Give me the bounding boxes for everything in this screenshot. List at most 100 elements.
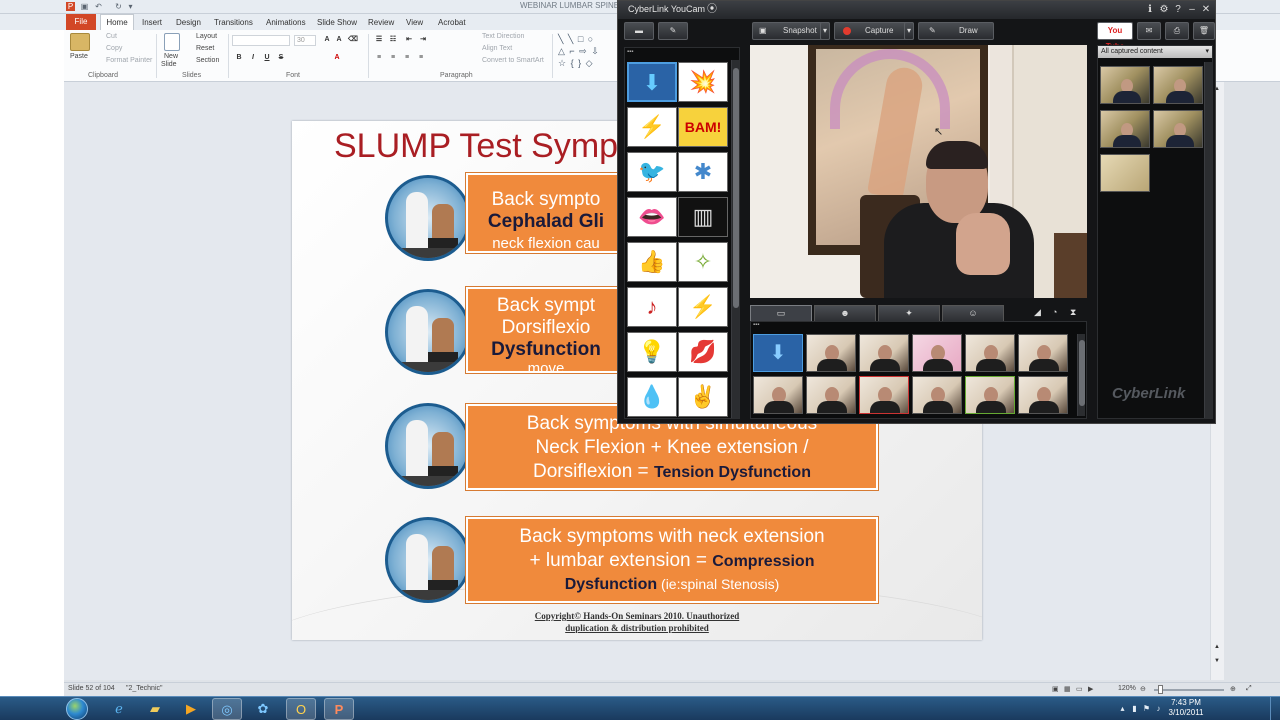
bold-icon[interactable]: B: [234, 53, 244, 63]
font-name-box[interactable]: [232, 35, 290, 46]
align-right-icon[interactable]: ≡: [402, 53, 412, 63]
delete-button[interactable]: 🗑: [1193, 22, 1215, 40]
tab-home[interactable]: Home: [100, 14, 134, 30]
webcam-preview[interactable]: ↖: [750, 45, 1087, 298]
hourglass-icon[interactable]: ⧗: [1070, 307, 1076, 318]
zoom-slider-track[interactable]: [1154, 689, 1224, 691]
font-size-box[interactable]: 30: [294, 35, 316, 46]
gallery-thumbnail[interactable]: [965, 376, 1015, 414]
gallery-thumbnail[interactable]: [912, 334, 962, 372]
slide-sorter-icon[interactable]: ▦: [1064, 685, 1071, 693]
tab-file[interactable]: File: [66, 14, 96, 30]
tab-effects[interactable]: ✦: [878, 305, 940, 321]
captured-thumbnail[interactable]: [1100, 154, 1150, 192]
draw-button[interactable]: ✎ Draw: [918, 22, 994, 40]
shrink-font-icon[interactable]: A: [334, 35, 344, 45]
effect-tile[interactable]: 💋: [678, 332, 728, 372]
new-slide-button-line1[interactable]: New: [164, 53, 178, 60]
capture-dropdown[interactable]: ▾: [904, 22, 914, 40]
effect-tile[interactable]: ⚡: [678, 287, 728, 327]
ie-icon[interactable]: ℯ: [104, 698, 134, 720]
tab-avatars[interactable]: ☻: [814, 305, 876, 321]
system-clock[interactable]: 7:43 PM 3/10/2011: [1166, 698, 1206, 718]
layout-button[interactable]: Layout: [196, 33, 217, 40]
content-filter-dropdown[interactable]: All captured content ▾: [1098, 46, 1212, 58]
reset-button[interactable]: Reset: [196, 45, 214, 52]
show-desktop-button[interactable]: [1270, 697, 1280, 720]
flag-icon[interactable]: ⚑: [1142, 704, 1151, 713]
powerpoint-app-icon[interactable]: P: [66, 2, 75, 11]
snapshot-dropdown[interactable]: ▾: [820, 22, 830, 40]
effect-tile[interactable]: ♪: [627, 287, 677, 327]
settings-icon[interactable]: ⚙: [1158, 4, 1170, 16]
font-color-icon[interactable]: A: [332, 53, 342, 63]
effects-scrollbar[interactable]: [731, 60, 739, 418]
save-icon[interactable]: ▣: [80, 2, 89, 11]
justify-icon[interactable]: ≡: [416, 53, 426, 63]
gallery-thumbnail[interactable]: [1018, 334, 1068, 372]
tab-design[interactable]: Design: [176, 16, 201, 29]
zoom-slider-thumb[interactable]: [1158, 685, 1163, 694]
section-button[interactable]: Section: [196, 57, 219, 64]
minimize-icon[interactable]: –: [1186, 4, 1198, 16]
strikethrough-icon[interactable]: S: [276, 53, 286, 63]
gallery-thumbnail[interactable]: [965, 334, 1015, 372]
effect-tile[interactable]: ✌: [678, 377, 728, 417]
effect-tile[interactable]: ⬇: [627, 62, 677, 102]
effect-tile[interactable]: 💥: [678, 62, 728, 102]
print-button[interactable]: ⎙: [1165, 22, 1189, 40]
effect-tile[interactable]: 💧: [627, 377, 677, 417]
format-painter-button[interactable]: Format Painter: [106, 57, 152, 64]
align-text-button[interactable]: Align Text: [482, 45, 512, 52]
italic-icon[interactable]: I: [248, 53, 258, 63]
increase-indent-icon[interactable]: ⇥: [418, 35, 428, 45]
redo-icon[interactable]: ↻: [114, 2, 123, 11]
captured-scrollbar[interactable]: [1204, 62, 1212, 418]
tab-transitions[interactable]: Transitions: [214, 16, 253, 29]
itunes-icon[interactable]: ◎: [212, 698, 242, 720]
outlook-icon[interactable]: O: [286, 698, 316, 720]
gallery-thumbnail[interactable]: [753, 376, 803, 414]
align-center-icon[interactable]: ≡: [388, 53, 398, 63]
clear-format-icon[interactable]: ⌫: [348, 35, 358, 45]
effect-tile[interactable]: 👍: [627, 242, 677, 282]
gallery-thumbnail[interactable]: [859, 376, 909, 414]
effects-tab-button[interactable]: ▬: [624, 22, 654, 40]
gallery-scrollbar[interactable]: [1077, 334, 1085, 416]
captured-thumbnail[interactable]: [1100, 110, 1150, 148]
captured-thumbnail[interactable]: [1100, 66, 1150, 104]
zoom-level[interactable]: 120%: [1118, 685, 1136, 692]
tab-slide-show[interactable]: Slide Show: [317, 16, 357, 29]
effect-tile[interactable]: 👄: [627, 197, 677, 237]
tools-tab-button[interactable]: ✎: [658, 22, 688, 40]
grow-font-icon[interactable]: A: [322, 35, 332, 45]
gallery-thumbnail[interactable]: [859, 334, 909, 372]
undo-icon[interactable]: ↶: [94, 2, 103, 11]
paste-icon[interactable]: [70, 33, 90, 51]
new-slide-icon[interactable]: [164, 33, 180, 51]
gallery-thumbnail[interactable]: [912, 376, 962, 414]
help-icon[interactable]: ?: [1172, 4, 1184, 16]
zoom-in-icon[interactable]: ⊕: [1230, 685, 1236, 693]
tab-animations[interactable]: Animations: [266, 16, 306, 29]
effect-tile[interactable]: BAM!: [678, 107, 728, 147]
tab-review[interactable]: Review: [368, 16, 394, 29]
app-icon[interactable]: ✿: [248, 698, 278, 720]
bullets-icon[interactable]: ☰: [374, 35, 384, 45]
timer-icon[interactable]: ◔: [1052, 307, 1057, 317]
tray-expand-icon[interactable]: ▴: [1118, 704, 1127, 713]
media-player-icon[interactable]: ▶: [176, 698, 206, 720]
effect-tile[interactable]: 💡: [627, 332, 677, 372]
effect-tile[interactable]: ✧: [678, 242, 728, 282]
start-button[interactable]: [66, 698, 88, 720]
gallery-thumbnail[interactable]: [806, 376, 856, 414]
prev-slide-icon[interactable]: ▲: [1212, 642, 1222, 652]
captured-thumbnail[interactable]: [1153, 110, 1203, 148]
tab-view[interactable]: View: [406, 16, 423, 29]
normal-view-icon[interactable]: ▣: [1052, 685, 1059, 693]
tab-insert[interactable]: Insert: [142, 16, 162, 29]
effect-tile[interactable]: ✱: [678, 152, 728, 192]
shapes-gallery[interactable]: ╲ ╲ □ ○ △ ⌐ ⇨ ⇩ ☆ { } ◇: [558, 33, 614, 69]
captured-thumbnail[interactable]: [1153, 66, 1203, 104]
gallery-thumbnail[interactable]: [1018, 376, 1068, 414]
